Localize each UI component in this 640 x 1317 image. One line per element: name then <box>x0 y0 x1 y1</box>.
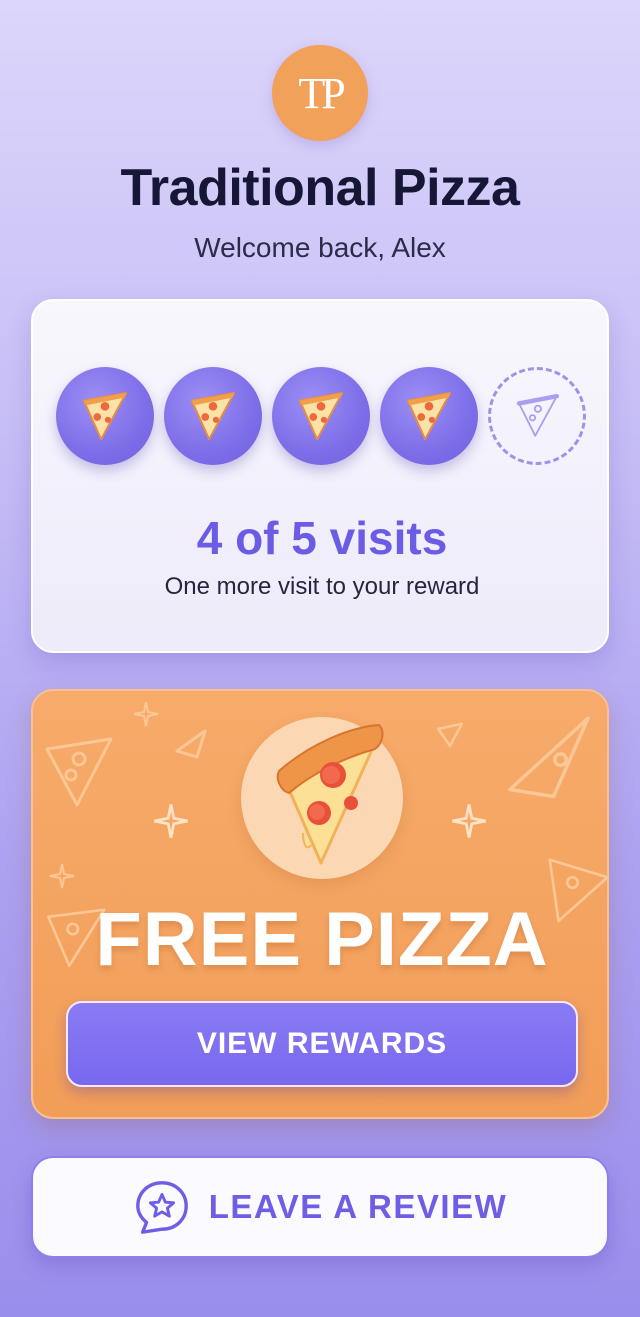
pizza-slice-icon <box>406 391 452 441</box>
pizza-slice-outline-icon <box>516 393 560 437</box>
stamp-filled-2 <box>164 367 262 465</box>
pizza-slice-icon <box>298 391 344 441</box>
sparkle-icon <box>133 701 159 727</box>
pizza-slice-icon <box>276 723 384 865</box>
reward-title: FREE PIZZA <box>95 897 549 982</box>
stamp-filled-4 <box>380 367 478 465</box>
triangle-doodle-icon <box>436 722 464 748</box>
reward-card: FREE PIZZA VIEW REWARDS <box>31 689 609 1119</box>
brand-logo: TP <box>272 45 368 141</box>
logo-text: TP <box>298 68 345 118</box>
stamp-card: 4 of 5 visits One more visit to your rew… <box>31 299 609 653</box>
leave-review-button[interactable]: LEAVE A REVIEW <box>31 1156 609 1258</box>
sparkle-icon <box>154 804 188 838</box>
leave-review-label: LEAVE A REVIEW <box>208 1188 508 1225</box>
pizza-doodle-icon <box>508 716 590 799</box>
welcome-message: Welcome back, Alex <box>194 232 446 263</box>
sparkle-icon <box>49 863 75 889</box>
progress-subtitle: One more visit to your reward <box>164 573 480 600</box>
loyalty-screen: TP Traditional Pizza Welcome back, Alex <box>0 0 640 1317</box>
stamp-row <box>56 367 588 467</box>
sparkle-icon <box>452 804 486 838</box>
pizza-slice-icon <box>82 391 128 441</box>
stamp-filled-3 <box>272 367 370 465</box>
view-rewards-button[interactable]: VIEW REWARDS <box>66 1001 578 1087</box>
stamp-empty-5 <box>488 367 586 465</box>
pizza-slice-icon <box>190 391 236 441</box>
page-title: Traditional Pizza <box>120 159 520 217</box>
stamp-filled-1 <box>56 367 154 465</box>
visit-progress: 4 of 5 visits <box>196 512 448 564</box>
triangle-doodle-icon <box>175 729 207 759</box>
star-speech-bubble-icon <box>135 1181 188 1234</box>
pizza-doodle-icon <box>45 737 113 807</box>
